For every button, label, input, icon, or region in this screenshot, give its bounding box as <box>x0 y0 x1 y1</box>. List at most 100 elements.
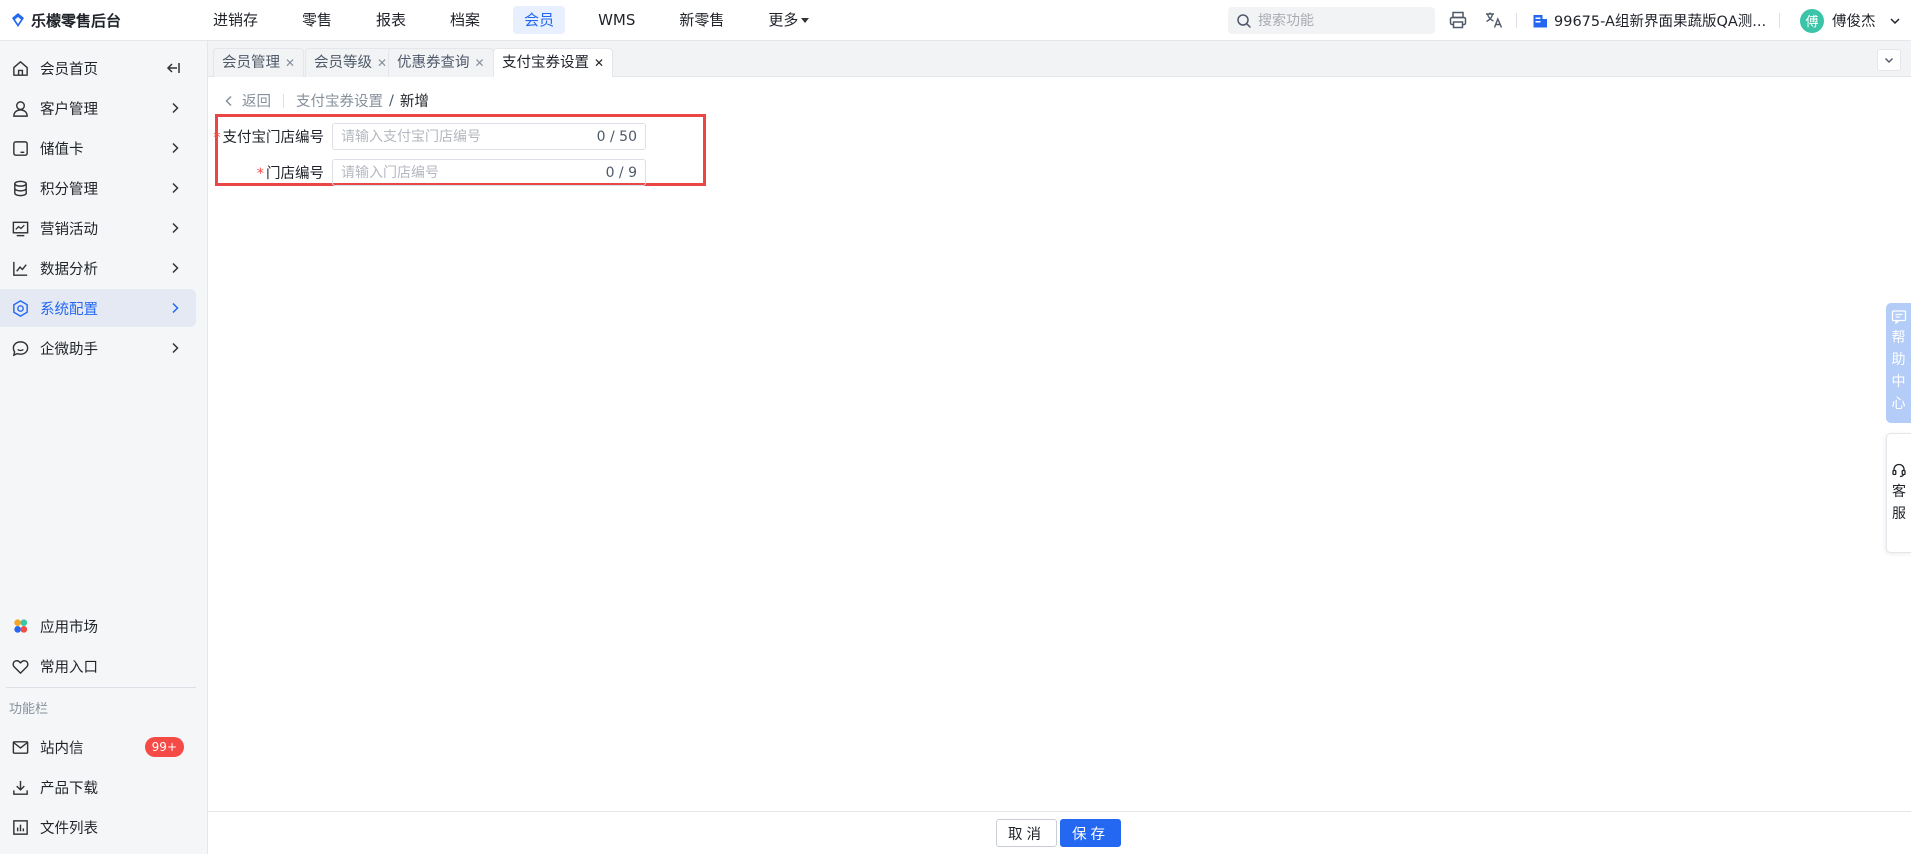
sidebar-item-product-download[interactable]: 产品下载 <box>0 768 196 806</box>
download-icon <box>10 777 30 797</box>
help-char: 帮 <box>1891 330 1906 346</box>
unread-badge: 99+ <box>144 737 184 757</box>
tab-list-dropdown[interactable] <box>1877 49 1901 71</box>
close-icon[interactable]: ✕ <box>475 56 485 70</box>
chevron-right-icon <box>172 102 179 114</box>
back-link[interactable]: 返回 <box>222 90 271 111</box>
required-mark: * <box>256 166 264 182</box>
home-icon <box>10 58 30 78</box>
sidebar-item-label: 系统配置 <box>40 301 98 318</box>
nav-item-wms[interactable]: WMS <box>587 6 646 34</box>
service-char: 服 <box>1892 505 1906 522</box>
sidebar-item-app-market[interactable]: 应用市场 <box>0 607 196 645</box>
sidebar-item-member-home[interactable]: 会员首页 <box>0 49 196 87</box>
sidebar-item-customer[interactable]: 客户管理 <box>0 89 196 127</box>
tab-label: 会员管理 <box>222 55 280 71</box>
sidebar-item-stored-card[interactable]: 储值卡 <box>0 129 196 167</box>
collapse-sidebar-icon[interactable] <box>164 59 182 77</box>
nav-item-retail[interactable]: 零售 <box>291 6 343 34</box>
sidebar-item-label: 积分管理 <box>40 181 98 198</box>
user-menu[interactable]: 傅 傅俊杰 <box>1800 0 1902 41</box>
chart-icon <box>10 258 30 278</box>
tab-label: 优惠券查询 <box>397 55 470 71</box>
help-char: 助 <box>1891 352 1906 368</box>
brand[interactable]: 乐檬零售后台 <box>0 10 200 31</box>
message-icon <box>1891 310 1906 325</box>
customer-service-widget[interactable]: 客 服 <box>1886 433 1911 553</box>
store-id-input[interactable] <box>341 164 606 181</box>
char-counter: 0 / 50 <box>596 128 637 145</box>
footer-bar: 取消 保存 <box>208 811 1911 854</box>
close-icon[interactable]: ✕ <box>285 56 295 70</box>
form-row-alipay-store-id: *支付宝门店编号 0 / 50 <box>208 123 668 150</box>
sidebar-item-label: 会员首页 <box>40 61 98 78</box>
save-button[interactable]: 保存 <box>1060 819 1121 847</box>
sidebar-item-label: 产品下载 <box>40 780 98 797</box>
sidebar-item-label: 数据分析 <box>40 261 98 278</box>
card-icon <box>10 138 30 158</box>
nav-item-more[interactable]: 更多 <box>757 6 820 34</box>
nav-more-label: 更多 <box>768 11 799 29</box>
close-icon[interactable]: ✕ <box>377 56 387 70</box>
heart-icon <box>10 656 30 676</box>
cancel-button[interactable]: 取消 <box>996 819 1057 847</box>
tab-member-management[interactable]: 会员管理 ✕ <box>213 48 305 77</box>
headset-icon <box>1892 463 1906 477</box>
nav-item-member[interactable]: 会员 <box>513 6 566 34</box>
sidebar-item-marketing[interactable]: 营销活动 <box>0 209 196 247</box>
close-icon[interactable]: ✕ <box>594 56 604 70</box>
sidebar-item-label: 企微助手 <box>40 341 98 358</box>
help-center-widget[interactable]: 帮 助 中 心 <box>1886 303 1911 423</box>
tab-member-level[interactable]: 会员等级 ✕ <box>305 48 397 77</box>
database-icon <box>10 178 30 198</box>
chevron-right-icon <box>172 262 179 274</box>
tab-label: 会员等级 <box>314 55 372 71</box>
store-id-label: 门店编号 <box>266 166 324 182</box>
chevron-down-icon <box>1885 58 1893 63</box>
avatar: 傅 <box>1800 8 1824 33</box>
alipay-store-id-input[interactable] <box>341 128 597 145</box>
search-box <box>1228 7 1435 34</box>
breadcrumb-parent[interactable]: 支付宝券设置 <box>296 90 383 111</box>
service-char: 客 <box>1892 483 1906 500</box>
app-market-icon <box>10 616 30 636</box>
chevron-down-icon <box>1889 17 1900 24</box>
chevron-left-icon <box>225 95 232 106</box>
tab-coupon-query[interactable]: 优惠券查询 ✕ <box>388 48 494 77</box>
top-nav: 进销存 零售 报表 档案 会员 WMS 新零售 更多 <box>202 0 842 41</box>
nav-item-new-retail[interactable]: 新零售 <box>668 6 735 34</box>
sidebar-item-file-list[interactable]: 文件列表 <box>0 808 196 846</box>
store-id-field: 0 / 9 <box>332 159 646 186</box>
nav-item-inventory[interactable]: 进销存 <box>202 6 269 34</box>
main-content: 返回 支付宝券设置 / 新增 *支付宝门店编号 0 / 50 *门店编号 0 /… <box>208 77 1911 811</box>
sidebar-item-label: 站内信 <box>40 740 84 757</box>
sidebar-item-points[interactable]: 积分管理 <box>0 169 196 207</box>
sidebar-item-inbox[interactable]: 站内信 99+ <box>0 728 196 766</box>
sidebar-item-label: 常用入口 <box>40 659 98 676</box>
tab-alipay-coupon-settings[interactable]: 支付宝券设置 ✕ <box>493 48 614 77</box>
sidebar-item-favorites[interactable]: 常用入口 <box>0 647 196 685</box>
nav-item-reports[interactable]: 报表 <box>365 6 417 34</box>
sidebar-item-system-config[interactable]: 系统配置 <box>0 289 196 327</box>
help-char: 中 <box>1891 374 1906 390</box>
alipay-store-id-field: 0 / 50 <box>332 123 646 150</box>
nav-item-archive[interactable]: 档案 <box>439 6 491 34</box>
breadcrumb: 返回 支付宝券设置 / 新增 <box>222 90 429 111</box>
settings-icon <box>10 298 30 318</box>
sidebar-divider <box>6 687 196 688</box>
function-group-label: 功能栏 <box>9 702 49 717</box>
file-list-icon <box>10 817 30 837</box>
user-name: 傅俊杰 <box>1832 14 1876 30</box>
form-row-store-id: *门店编号 0 / 9 <box>208 159 668 186</box>
back-label: 返回 <box>242 94 271 110</box>
char-counter: 0 / 9 <box>605 164 637 181</box>
app-title: 乐檬零售后台 <box>31 11 122 30</box>
search-input[interactable] <box>1258 12 1428 29</box>
mail-icon <box>10 737 30 757</box>
printer-icon[interactable] <box>1448 10 1468 30</box>
chat-icon <box>10 338 30 358</box>
sidebar-item-wecom-assistant[interactable]: 企微助手 <box>0 329 196 367</box>
translate-icon[interactable] <box>1484 10 1504 30</box>
store-selector[interactable]: 99675-A组新界面果蔬版QA测... <box>1532 0 1766 41</box>
sidebar-item-data-analysis[interactable]: 数据分析 <box>0 249 196 287</box>
